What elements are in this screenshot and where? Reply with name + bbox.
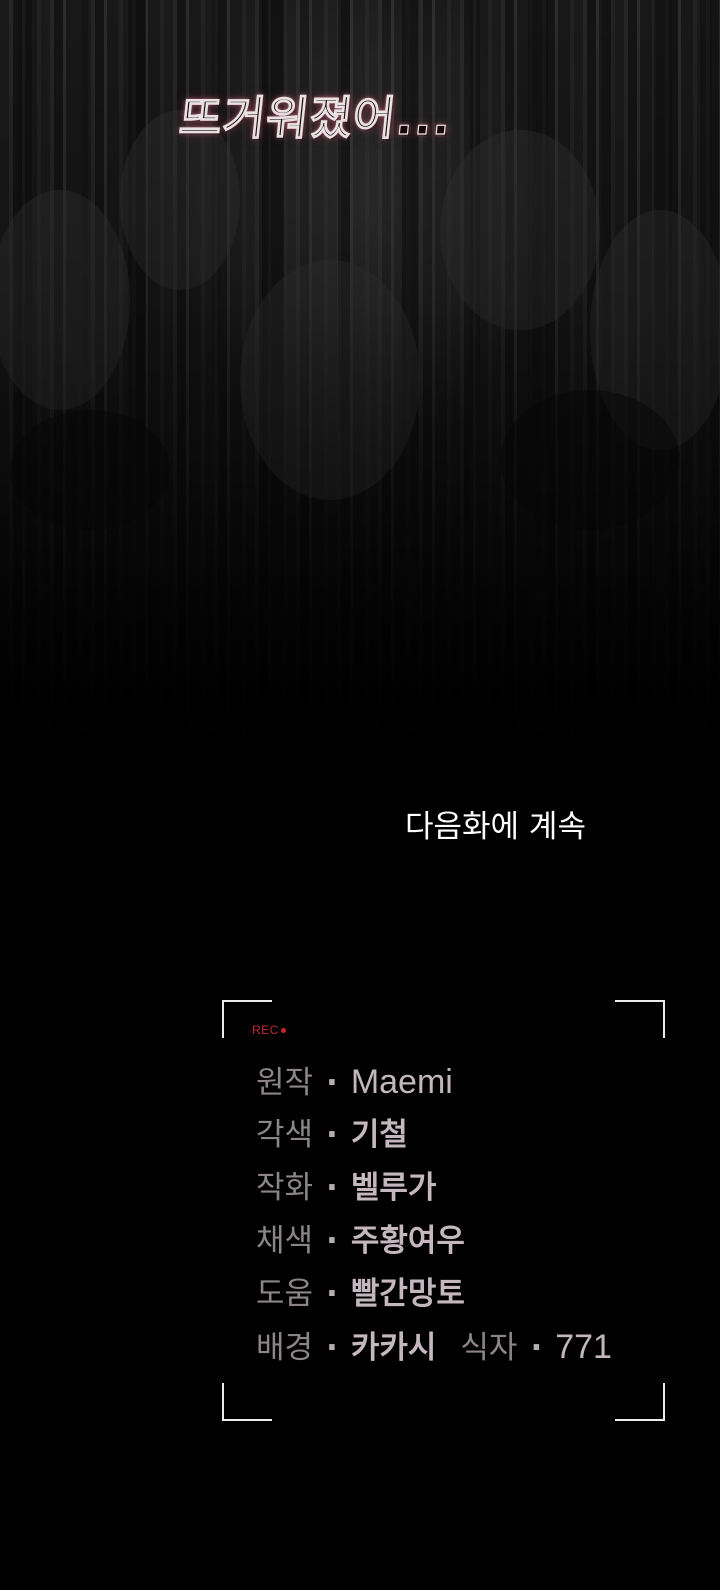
rec-dot-icon (280, 1028, 286, 1034)
rec-indicator: REC (252, 1023, 286, 1037)
credit-row-adaptation: 각색 · 기철 (256, 1115, 408, 1155)
credit-separator: · (326, 1223, 338, 1259)
credit-role: 채색 (256, 1223, 314, 1259)
credit-row-coloring: 채색 · 주황여우 (256, 1221, 465, 1261)
exclamation-text: 뜨거워졌어... (176, 90, 455, 145)
credit-separator: · (326, 1065, 338, 1101)
credit-role: 배경 (256, 1330, 314, 1366)
credit-role: 도움 (256, 1276, 314, 1312)
credit-name: 주황여우 (350, 1223, 465, 1259)
credits-frame: REC 원작 · Maemi 각색 · 기철 작화 · 벨루가 채색 · 주황여우 도움 · 빨간망… (222, 1000, 665, 1421)
frame-corner-top-right (615, 1000, 665, 1038)
to-be-continued-text: 다음화에 계속 (405, 809, 586, 845)
credit-row-original: 원작 · Maemi (256, 1062, 453, 1102)
rec-label: REC (252, 1023, 279, 1037)
credit-row-assist: 도움 · 빨간망토 (256, 1274, 465, 1314)
frame-corner-bottom-right (615, 1383, 665, 1421)
credit-name: 기철 (350, 1117, 408, 1153)
credit-name: 카카시 (350, 1330, 437, 1366)
frame-corner-bottom-left (222, 1383, 272, 1421)
credit-role: 원작 (256, 1065, 314, 1101)
credit-separator: · (326, 1170, 338, 1206)
credit-separator: · (326, 1330, 338, 1366)
credit-name: 벨루가 (350, 1170, 437, 1206)
credit-row-background: 배경 · 카카시 식자 · 771 (256, 1327, 612, 1367)
credit-separator: · (326, 1117, 338, 1153)
credit-separator: · (530, 1330, 543, 1366)
credit-name: 빨간망토 (350, 1276, 465, 1312)
credit-role: 각색 (256, 1117, 314, 1153)
comic-panel: 뜨거워졌어... 다음화에 계속 REC 원작 · Maemi 각색 · 기철 작화 · 벨… (0, 0, 720, 1590)
credit-role: 작화 (256, 1170, 314, 1206)
credit-name-lettering: 771 (555, 1328, 612, 1366)
credit-role-lettering: 식자 (460, 1330, 518, 1366)
credit-row-art: 작화 · 벨루가 (256, 1168, 436, 1208)
credit-separator: · (326, 1276, 338, 1312)
credit-name: Maemi (350, 1063, 453, 1101)
